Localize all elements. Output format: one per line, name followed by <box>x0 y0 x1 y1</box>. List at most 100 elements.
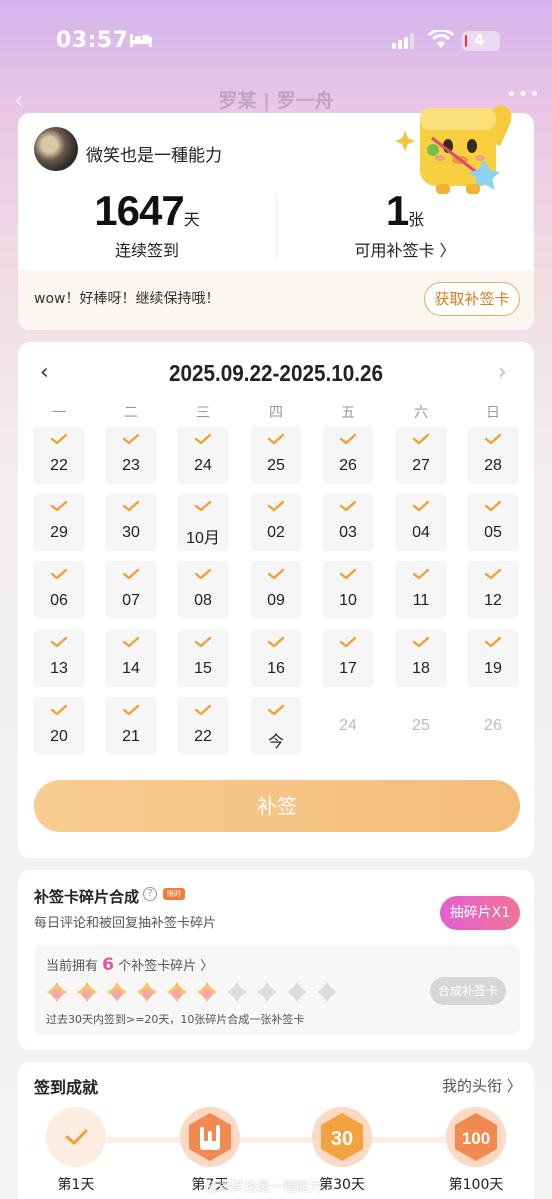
consecutive-days: 1647 <box>94 187 184 234</box>
calendar-day[interactable]: 05 <box>467 493 519 551</box>
check-icon <box>65 1129 88 1146</box>
check-icon <box>484 500 502 512</box>
fragment-owned-icon <box>167 982 187 1002</box>
calendar-day[interactable]: 26 <box>322 426 374 484</box>
makeup-checkin-button[interactable]: 补签 <box>34 780 520 832</box>
calendar-day-label: 02 <box>267 524 285 541</box>
calendar-day[interactable]: 30 <box>105 493 157 551</box>
calendar-day[interactable]: 10月 <box>177 493 229 551</box>
calendar-day[interactable]: 22 <box>33 426 85 484</box>
calendar-day-label: 10月 <box>186 530 220 547</box>
calendar-day[interactable]: 18 <box>395 629 447 687</box>
calendar-day-label: 19 <box>484 660 502 677</box>
calendar-day[interactable]: 12 <box>467 561 519 619</box>
check-icon <box>267 433 285 445</box>
calendar-day[interactable]: 24 <box>177 426 229 484</box>
achievement-node-30[interactable]: 30 <box>312 1107 372 1167</box>
calendar-day[interactable]: 24 <box>322 697 374 755</box>
check-icon <box>194 704 212 716</box>
calendar-day[interactable]: 今 <box>250 697 302 755</box>
calendar-day[interactable]: 11 <box>395 561 447 619</box>
compose-card-button[interactable]: 合成补签卡 <box>430 977 506 1005</box>
draw-fragment-button[interactable]: 抽碎片X1 <box>440 896 520 930</box>
calendar-day-label: 16 <box>267 660 285 677</box>
check-icon <box>412 433 430 445</box>
calendar-day[interactable]: 10 <box>322 561 374 619</box>
watermark: @微笑也是一種能力 <box>205 1180 323 1195</box>
calendar-day-label: 03 <box>339 524 357 541</box>
calendar-day[interactable]: 15 <box>177 629 229 687</box>
check-icon <box>122 636 140 648</box>
calendar-day-label: 30 <box>122 524 140 541</box>
achievement-node-7[interactable] <box>180 1107 240 1167</box>
calendar-day-label: 11 <box>412 592 430 609</box>
calendar-day-label: 20 <box>50 728 68 745</box>
calendar-day[interactable]: 02 <box>250 493 302 551</box>
fragment-box: 当前拥有 6 个补签卡碎片 〉 合成补签卡 过去30天内签到>=20天，10张碎… <box>34 945 520 1035</box>
achievement-node-100[interactable]: 100 <box>446 1107 506 1167</box>
achievement-label-1: 第1天 <box>57 1177 95 1193</box>
calendar-day[interactable]: 26 <box>467 697 519 755</box>
calendar-day-label: 26 <box>484 717 502 734</box>
check-icon <box>339 433 357 445</box>
check-icon <box>50 433 68 445</box>
owned-fragments-link[interactable]: 当前拥有 6 个补签卡碎片 〉 <box>46 955 213 975</box>
calendar-day[interactable]: 06 <box>33 561 85 619</box>
check-icon <box>484 568 502 580</box>
check-icon <box>122 500 140 512</box>
calendar-day-label: 29 <box>50 524 68 541</box>
calendar-day[interactable]: 17 <box>322 629 374 687</box>
calendar-day[interactable]: 28 <box>467 426 519 484</box>
svg-text:30: 30 <box>331 1128 353 1150</box>
calendar-day-label: 21 <box>122 728 140 745</box>
calendar-day[interactable]: 29 <box>33 493 85 551</box>
calendar-day[interactable]: 16 <box>250 629 302 687</box>
calendar-day[interactable]: 14 <box>105 629 157 687</box>
check-icon <box>267 568 285 580</box>
calendar-range: 2025.09.22-2025.10.26 <box>168 360 384 386</box>
consecutive-stat: 1647天 连续签到 <box>18 187 276 261</box>
svg-text:100: 100 <box>462 1129 490 1148</box>
fragment-owned-icon <box>197 982 217 1002</box>
calendar-day[interactable]: 04 <box>395 493 447 551</box>
check-icon <box>50 568 68 580</box>
calendar-day[interactable]: 21 <box>105 697 157 755</box>
consecutive-label: 连续签到 <box>114 241 179 260</box>
weekday-label: 四 <box>269 405 283 421</box>
check-icon <box>339 500 357 512</box>
calendar-day[interactable]: 08 <box>177 561 229 619</box>
calendar-day[interactable]: 27 <box>395 426 447 484</box>
my-titles-link[interactable]: 我的头衔 〉 <box>442 1075 522 1096</box>
calendar-day[interactable]: 03 <box>322 493 374 551</box>
calendar-day[interactable]: 25 <box>250 426 302 484</box>
calendar-day[interactable]: 13 <box>33 629 85 687</box>
calendar-day[interactable]: 07 <box>105 561 157 619</box>
fragment-owned-icon <box>137 982 157 1002</box>
status-bar: 03:57 4 <box>0 0 552 80</box>
achievement-node-1[interactable] <box>46 1107 106 1167</box>
calendar-day-label: 09 <box>267 592 285 609</box>
calendar-day-label: 18 <box>412 660 430 677</box>
calendar-day[interactable]: 19 <box>467 629 519 687</box>
fragment-empty-icon <box>317 982 337 1002</box>
rock-hand-badge-icon <box>189 1113 231 1161</box>
calendar-day[interactable]: 23 <box>105 426 157 484</box>
badge-30-icon: 30 <box>321 1113 363 1161</box>
calendar-day-label: 25 <box>267 457 285 474</box>
fragment-subtitle: 每日评论和被回复抽补签卡碎片 <box>34 916 217 931</box>
own-count: 6 <box>102 955 114 975</box>
calendar-card: ‹ 2025.09.22-2025.10.26 › 一二三四五六日 22 23 24… <box>18 342 534 858</box>
check-icon <box>484 636 502 648</box>
calendar-day-label: 27 <box>412 457 430 474</box>
avatar[interactable] <box>34 127 78 171</box>
calendar-day[interactable]: 20 <box>33 697 85 755</box>
own-prefix: 当前拥有 <box>46 959 99 974</box>
next-range-icon[interactable]: › <box>498 360 507 385</box>
calendar-day[interactable]: 09 <box>250 561 302 619</box>
makeup-card-label[interactable]: 可用补签卡 〉 <box>276 237 534 261</box>
fragment-title: 补签卡碎片合成 <box>34 888 140 906</box>
calendar-day[interactable]: 22 <box>177 697 229 755</box>
get-makeup-card-button[interactable]: 获取补签卡 <box>424 282 520 316</box>
help-icon[interactable]: ? <box>143 887 157 901</box>
calendar-day[interactable]: 25 <box>395 697 447 755</box>
